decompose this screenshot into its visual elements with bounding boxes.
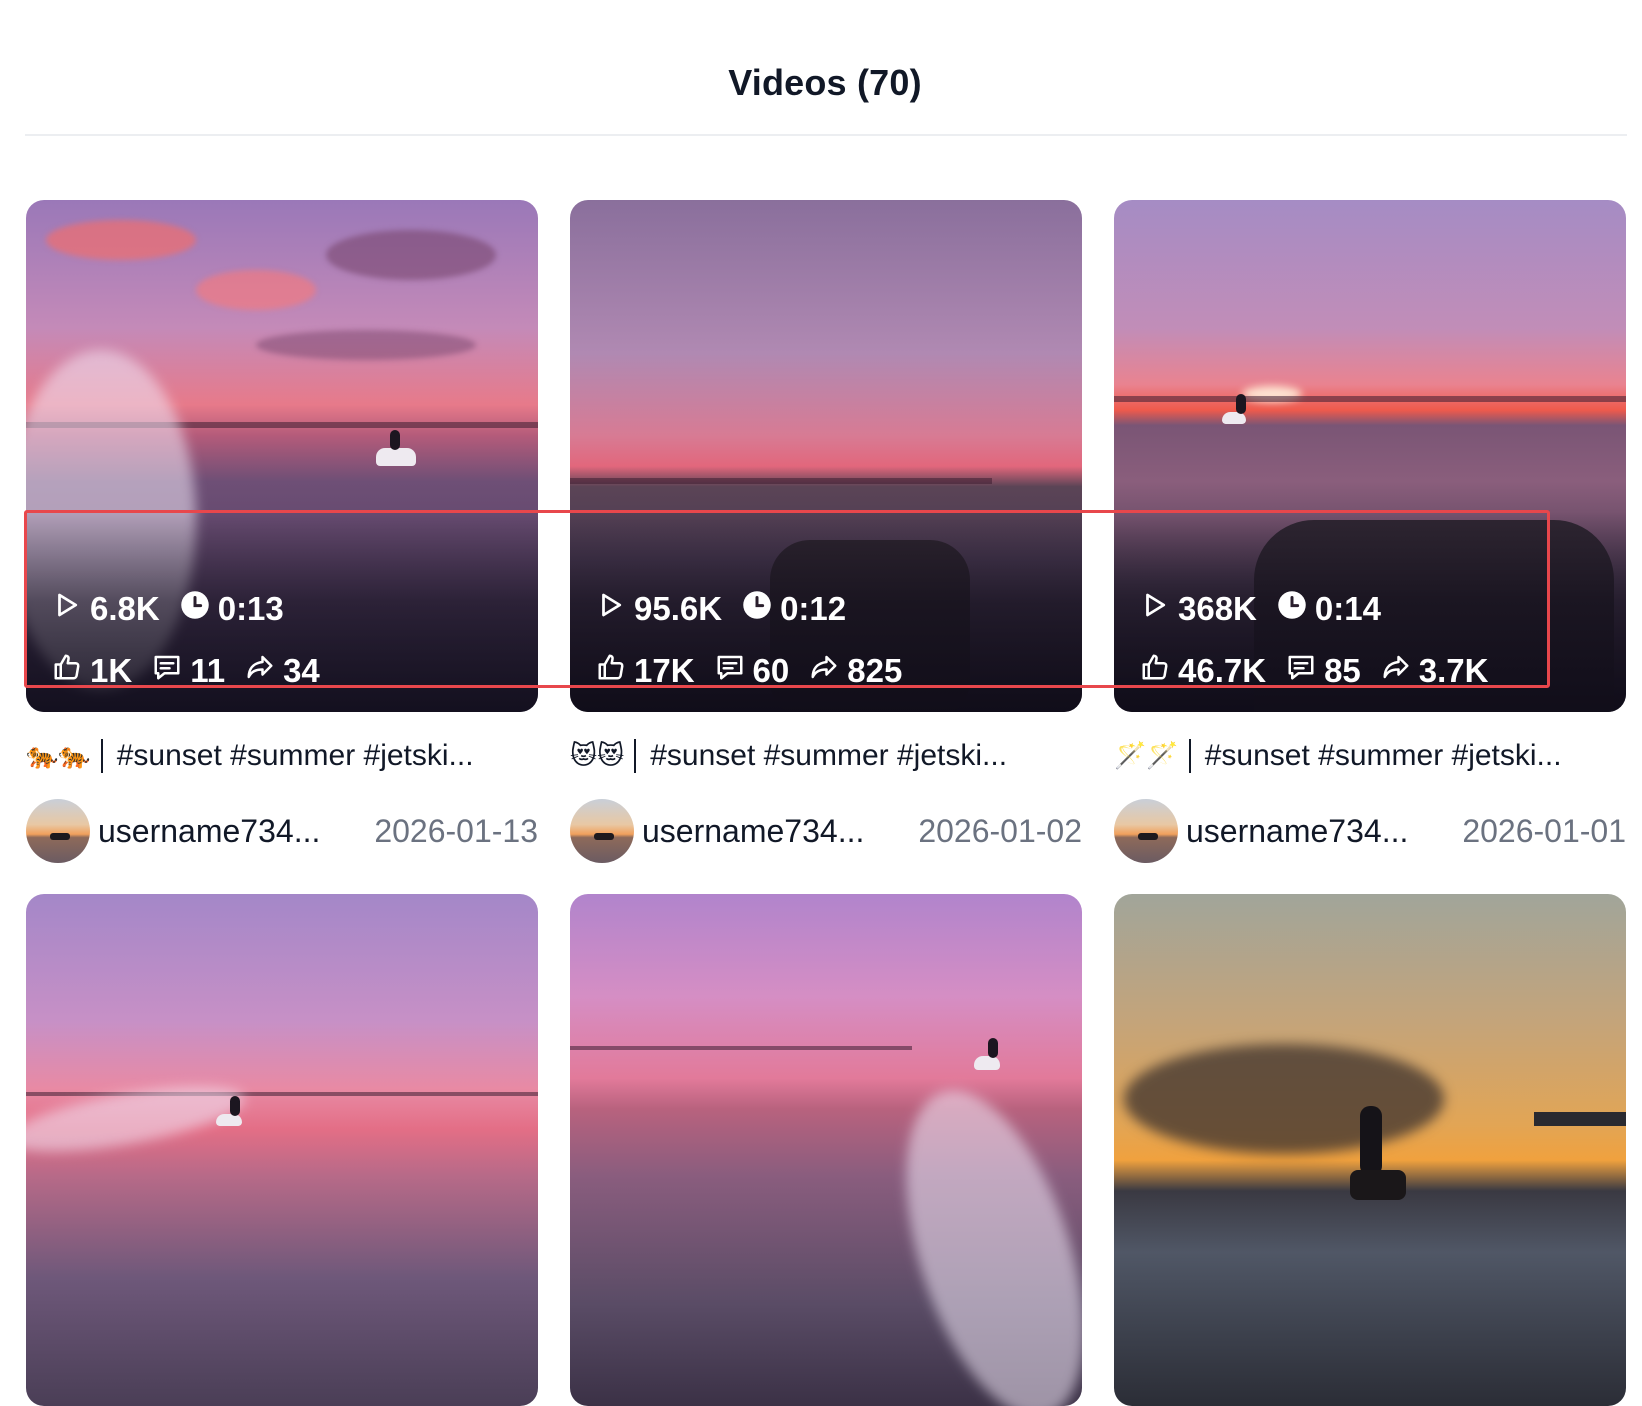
duration-value: 0:12 [780, 590, 847, 627]
video-thumbnail[interactable] [26, 894, 538, 1406]
play-icon [52, 590, 90, 628]
play-icon [1140, 590, 1178, 628]
section-title: Videos (70) [728, 62, 922, 103]
comments-count: 60 [752, 652, 790, 689]
post-date: 2026-01-13 [374, 812, 538, 849]
video-meta: username734... 2026-01-02 [570, 798, 1082, 864]
caption-emoji: 🪄🪄 [1114, 741, 1179, 771]
video-thumbnail[interactable]: 95.6K 0:12 17K 60 825 [570, 200, 1082, 712]
duration-stat: 0:14 [1277, 590, 1381, 628]
duration-stat: 0:12 [742, 590, 846, 628]
caption-separator [634, 739, 637, 773]
video-thumbnail[interactable] [570, 894, 1082, 1406]
likes-stat: 17K [596, 652, 695, 690]
caption-text: #sunset #summer #jetski... [650, 739, 1008, 772]
shares-stat: 34 [245, 652, 320, 690]
comments-count: 85 [1324, 652, 1361, 689]
likes-stat: 46.7K [1140, 652, 1266, 690]
caption-text: #sunset #summer #jetski... [1204, 739, 1562, 772]
video-card[interactable]: 6.8K 0:13 1K 11 34 🐅🐅 #sunset #summer #j… [26, 200, 538, 864]
views-stat: 6.8K [52, 590, 160, 628]
video-card[interactable] [570, 894, 1082, 1406]
caption-separator [100, 739, 103, 773]
caption-separator [1188, 739, 1191, 773]
thumbs-up-icon [596, 652, 634, 690]
caption-emoji: 🐅🐅 [26, 741, 91, 771]
author-name[interactable]: username734... [98, 813, 374, 850]
duration-value: 0:14 [1314, 590, 1381, 627]
shares-count: 34 [283, 652, 320, 689]
shares-stat: 3.7K [1381, 652, 1489, 690]
clock-icon [1277, 590, 1315, 628]
duration-stat: 0:13 [180, 590, 284, 628]
duration-value: 0:13 [217, 590, 284, 627]
shares-stat: 825 [809, 652, 902, 690]
clock-icon [742, 590, 780, 628]
thumbs-up-icon [1140, 652, 1178, 690]
video-thumbnail[interactable] [1114, 894, 1626, 1406]
video-meta: username734... 2026-01-01 [1114, 798, 1626, 864]
comment-icon [715, 652, 753, 690]
video-card[interactable]: 95.6K 0:12 17K 60 825 😻😻 #sunset #summer… [570, 200, 1082, 864]
caption-emoji: 😻😻 [570, 741, 625, 771]
avatar[interactable] [1114, 799, 1178, 863]
post-date: 2026-01-01 [1462, 812, 1626, 849]
clock-icon [180, 590, 218, 628]
play-icon [596, 590, 634, 628]
video-stats: 368K 0:14 46.7K 85 3.7K [1140, 586, 1606, 712]
comment-icon [152, 652, 190, 690]
likes-count: 1K [90, 652, 133, 689]
views-stat: 95.6K [596, 590, 722, 628]
video-caption[interactable]: 🪄🪄 #sunset #summer #jetski... [1114, 736, 1626, 776]
divider [25, 134, 1627, 136]
likes-count: 17K [634, 652, 695, 689]
video-thumbnail[interactable]: 368K 0:14 46.7K 85 3.7K [1114, 200, 1626, 712]
video-grid: 6.8K 0:13 1K 11 34 🐅🐅 #sunset #summer #j… [26, 200, 1626, 1406]
video-caption[interactable]: 🐅🐅 #sunset #summer #jetski... [26, 736, 538, 776]
views-count: 95.6K [634, 590, 723, 627]
avatar[interactable] [570, 799, 634, 863]
comments-stat: 60 [715, 652, 790, 690]
video-card[interactable] [26, 894, 538, 1406]
author-name[interactable]: username734... [1186, 813, 1462, 850]
comments-count: 11 [190, 652, 226, 689]
author-name[interactable]: username734... [642, 813, 918, 850]
video-card[interactable] [1114, 894, 1626, 1406]
thumbs-up-icon [52, 652, 90, 690]
likes-count: 46.7K [1178, 652, 1267, 689]
video-caption[interactable]: 😻😻 #sunset #summer #jetski... [570, 736, 1082, 776]
share-icon [245, 652, 283, 690]
share-icon [1381, 652, 1419, 690]
video-stats: 95.6K 0:12 17K 60 825 [596, 586, 1062, 712]
shares-count: 3.7K [1418, 652, 1489, 689]
views-count: 6.8K [90, 590, 160, 627]
comments-stat: 85 [1286, 652, 1361, 690]
share-icon [809, 652, 847, 690]
views-stat: 368K [1140, 590, 1257, 628]
video-meta: username734... 2026-01-13 [26, 798, 538, 864]
video-stats: 6.8K 0:13 1K 11 34 [52, 586, 518, 712]
comment-icon [1286, 652, 1324, 690]
caption-text: #sunset #summer #jetski... [116, 739, 474, 772]
shares-count: 825 [847, 652, 903, 689]
post-date: 2026-01-02 [918, 812, 1082, 849]
video-grid-page: Videos (70) 6.8K 0:13 1K 11 34 🐅🐅 #sunse… [0, 0, 1642, 1406]
video-card[interactable]: 368K 0:14 46.7K 85 3.7K 🪄🪄 #sunset #summ… [1114, 200, 1626, 864]
views-count: 368K [1178, 590, 1257, 627]
comments-stat: 11 [152, 652, 225, 690]
video-thumbnail[interactable]: 6.8K 0:13 1K 11 34 [26, 200, 538, 712]
avatar[interactable] [26, 799, 90, 863]
likes-stat: 1K [52, 652, 132, 690]
